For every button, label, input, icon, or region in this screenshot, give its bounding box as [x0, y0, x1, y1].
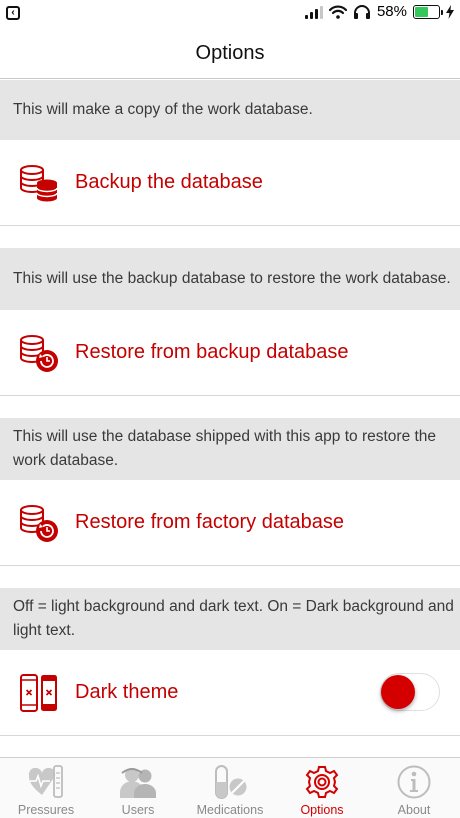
database-backup-icon: [19, 163, 59, 203]
restore-factory-label: Restore from factory database: [75, 511, 345, 533]
restore-backup-row[interactable]: Restore from backup database: [0, 310, 460, 396]
battery-icon: [413, 4, 443, 19]
toggle-knob[interactable]: [381, 675, 415, 709]
back-to-app[interactable]: ‹: [6, 6, 20, 20]
users-icon: [120, 765, 156, 799]
tab-label: Options: [300, 803, 344, 817]
options-list[interactable]: This will make a copy of the work databa…: [0, 80, 460, 757]
status-bar: ‹ 58%: [0, 0, 460, 28]
section-header-backup: This will make a copy of the work databa…: [0, 80, 460, 140]
tab-label: Users: [121, 803, 155, 817]
page-title: Options: [195, 41, 265, 64]
section-header-restore-backup: This will use the backup database to res…: [0, 248, 460, 310]
restore-factory-row[interactable]: Restore from factory database: [0, 480, 460, 566]
charging-icon: [446, 4, 454, 19]
info-icon: [396, 765, 432, 799]
database-factory-restore-icon: [19, 503, 59, 543]
tab-users[interactable]: Users: [92, 758, 184, 818]
dark-theme-row: Dark theme: [0, 650, 460, 736]
signal-icon: [304, 5, 323, 19]
section-header-restore-factory: This will use the database shipped with …: [0, 418, 460, 480]
status-right: 58%: [304, 3, 454, 20]
wifi-icon: [328, 5, 347, 19]
pills-icon: [212, 765, 248, 799]
dark-theme-toggle[interactable]: [380, 673, 440, 711]
battery-percent: 58%: [376, 3, 407, 20]
backup-database-row[interactable]: Backup the database: [0, 140, 460, 226]
tab-medications[interactable]: Medications: [184, 758, 276, 818]
section-header-theme: Off = light background and dark text. On…: [0, 588, 460, 650]
section-gap: [0, 226, 460, 248]
headphones-icon: [353, 4, 370, 19]
section-gap: [0, 396, 460, 418]
section-gap: [0, 566, 460, 588]
dark-theme-label: Dark theme: [75, 681, 179, 703]
backup-database-label: Backup the database: [75, 171, 263, 193]
nav-bar: Options: [0, 28, 460, 79]
tab-options[interactable]: Options: [276, 758, 368, 818]
tab-label: Pressures: [17, 803, 75, 817]
database-restore-icon: [19, 333, 59, 373]
restore-backup-label: Restore from backup database: [75, 341, 349, 363]
heart-pressure-icon: [28, 765, 64, 799]
back-to-app-icon[interactable]: ‹: [6, 6, 20, 20]
phones-theme-icon: [19, 673, 59, 713]
tab-about[interactable]: About: [368, 758, 460, 818]
tab-bar: Pressures Users Medications Options Abou…: [0, 757, 460, 818]
tab-label: Medications: [196, 803, 264, 817]
tab-label: About: [397, 803, 431, 817]
gear-icon: [304, 765, 340, 799]
tab-pressures[interactable]: Pressures: [0, 758, 92, 818]
